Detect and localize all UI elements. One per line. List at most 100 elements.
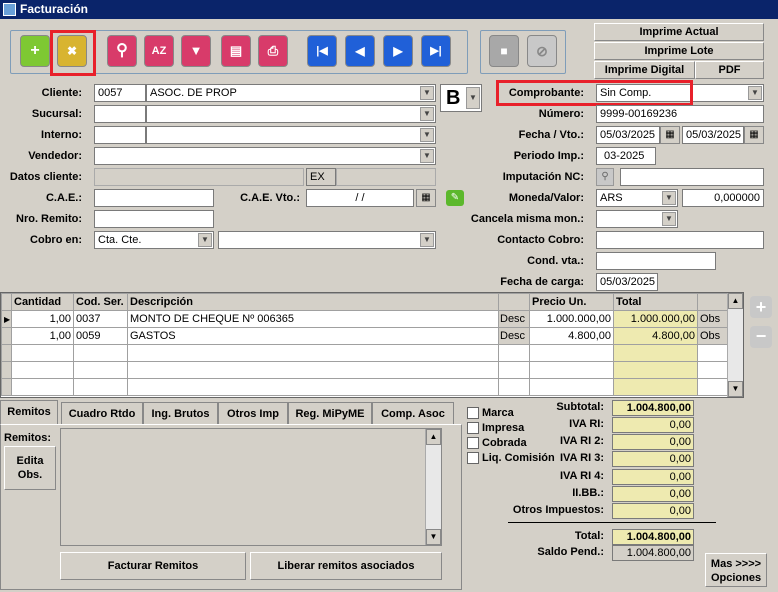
pdf-button[interactable]: PDF [695, 61, 764, 79]
calendar-icon[interactable]: ▦ [416, 189, 436, 207]
chevron-down-icon[interactable]: ▼ [420, 233, 434, 247]
interno-code-input[interactable] [94, 126, 146, 144]
marca-checkbox[interactable] [467, 407, 479, 419]
window-titlebar: Facturación [0, 0, 778, 19]
grid-header-cantidad[interactable]: Cantidad [11, 293, 74, 311]
interno-select[interactable]: ▼ [146, 126, 436, 144]
grid-scrollbar[interactable]: ▲ ▼ [727, 293, 743, 397]
calendar-icon[interactable]: ▦ [744, 126, 764, 144]
contacto-cobro-input[interactable] [596, 231, 764, 249]
cell-cod[interactable]: 0059 [73, 327, 128, 345]
cae-vto-input[interactable]: / / [306, 189, 414, 207]
cond-vta-input[interactable] [596, 252, 716, 270]
tab-comp-asoc[interactable]: Comp. Asoc [372, 402, 454, 424]
search-icon[interactable]: ⚲ [107, 35, 137, 67]
scroll-up-icon[interactable]: ▲ [728, 293, 743, 309]
imputacion-nc-input[interactable] [620, 168, 764, 186]
chevron-down-icon[interactable]: ▼ [198, 233, 212, 247]
mas-opciones-button[interactable]: Mas >>>> Opciones [705, 553, 767, 587]
edita-obs-button[interactable]: Edita Obs. [4, 446, 56, 490]
previous-record-icon[interactable]: ◀ [345, 35, 375, 67]
facturar-remitos-button[interactable]: Facturar Remitos [60, 552, 246, 580]
cancela-select[interactable]: ▼ [596, 210, 678, 228]
obs-button[interactable]: Obs [697, 327, 728, 345]
obs-button[interactable]: Obs [697, 310, 728, 328]
disabled-save-icon[interactable]: ■ [489, 35, 519, 67]
grid-header-total[interactable]: Total [613, 293, 698, 311]
sucursal-select[interactable]: ▼ [146, 105, 436, 123]
scroll-up-icon[interactable]: ▲ [426, 429, 441, 445]
desc-button[interactable]: Desc [498, 310, 530, 328]
desc-button[interactable]: Desc [498, 327, 530, 345]
calendar-icon[interactable]: ▦ [660, 126, 680, 144]
cobrada-checkbox[interactable] [467, 437, 479, 449]
cell-cod[interactable]: 0037 [73, 310, 128, 328]
clipboard-icon[interactable]: ▤ [221, 35, 251, 67]
remitos-textarea[interactable]: ▲ ▼ [60, 428, 442, 546]
table-row[interactable] [1, 344, 728, 362]
table-row[interactable] [1, 361, 728, 379]
grid-header-cod[interactable]: Cod. Ser. [73, 293, 128, 311]
grid-header-descripcion[interactable]: Descripción [127, 293, 499, 311]
search-icon[interactable]: ⚲ [596, 168, 614, 186]
cell-precio[interactable]: 1.000.000,00 [529, 310, 614, 328]
table-row[interactable] [1, 378, 728, 396]
cell-cantidad[interactable]: 1,00 [11, 310, 74, 328]
fecha-input[interactable]: 05/03/2025 [596, 126, 660, 144]
cliente-code-input[interactable]: 0057 [94, 84, 146, 102]
first-record-icon[interactable]: |◀ [307, 35, 337, 67]
periodo-imp-input[interactable]: 03-2025 [596, 147, 656, 165]
cell-descripcion[interactable]: GASTOS [127, 327, 499, 345]
add-row-icon[interactable]: + [750, 296, 772, 318]
vendedor-select[interactable]: ▼ [94, 147, 436, 165]
imprime-actual-button[interactable]: Imprime Actual [594, 23, 764, 41]
table-row[interactable]: ▶ 1,00 0037 MONTO DE CHEQUE Nº 006365 De… [1, 310, 728, 328]
moneda-select[interactable]: ARS ▼ [596, 189, 678, 207]
cliente-name-select[interactable]: ASOC. DE PROP ▼ [146, 84, 436, 102]
chevron-down-icon[interactable]: ▼ [420, 107, 434, 121]
chevron-down-icon[interactable]: ▼ [420, 128, 434, 142]
tab-cuadro-rtdo[interactable]: Cuadro Rtdo [61, 402, 143, 424]
numero-input[interactable]: 9999-00169236 [596, 105, 764, 123]
grid-header-precio[interactable]: Precio Un. [529, 293, 614, 311]
nro-remito-input[interactable] [94, 210, 214, 228]
vto-input[interactable]: 05/03/2025 [682, 126, 744, 144]
cae-input[interactable] [94, 189, 214, 207]
imprime-lote-button[interactable]: Imprime Lote [594, 42, 764, 60]
impresa-checkbox[interactable] [467, 422, 479, 434]
fecha-carga-input[interactable]: 05/03/2025 [596, 273, 658, 291]
liberar-remitos-button[interactable]: Liberar remitos asociados [250, 552, 442, 580]
next-record-icon[interactable]: ▶ [383, 35, 413, 67]
chevron-down-icon[interactable]: ▼ [662, 212, 676, 226]
remitos-scrollbar[interactable]: ▲ ▼ [425, 429, 441, 545]
tab-reg-mipyme[interactable]: Reg. MiPyME [288, 402, 372, 424]
chevron-down-icon[interactable]: ▼ [662, 191, 676, 205]
chevron-down-icon[interactable]: ▼ [420, 149, 434, 163]
cobro-en-detail-select[interactable]: ▼ [218, 231, 436, 249]
sucursal-code-input[interactable] [94, 105, 146, 123]
print-icon[interactable]: ⎙ [258, 35, 288, 67]
tab-ing-brutos[interactable]: Ing. Brutos [143, 402, 218, 424]
cobro-en-select[interactable]: Cta. Cte. ▼ [94, 231, 214, 249]
tab-otros-imp[interactable]: Otros Imp [218, 402, 288, 424]
tab-remitos[interactable]: Remitos [0, 400, 58, 424]
cell-precio[interactable]: 4.800,00 [529, 327, 614, 345]
add-icon[interactable]: + [20, 35, 50, 67]
scroll-down-icon[interactable]: ▼ [426, 529, 441, 545]
imprime-digital-button[interactable]: Imprime Digital [594, 61, 695, 79]
sort-az-icon[interactable]: AZ [144, 35, 174, 67]
edit-pencil-icon[interactable]: ✎ [446, 190, 464, 206]
chevron-down-icon[interactable]: ▼ [748, 86, 762, 100]
filter-icon[interactable]: ▼ [181, 35, 211, 67]
table-row[interactable]: 1,00 0059 GASTOS Desc 4.800,00 4.800,00 … [1, 327, 728, 345]
chevron-down-icon[interactable]: ▼ [420, 86, 434, 100]
disabled-cancel-icon[interactable]: ⊘ [527, 35, 557, 67]
remove-row-icon[interactable]: − [750, 326, 772, 348]
items-grid[interactable]: Cantidad Cod. Ser. Descripción Precio Un… [0, 292, 744, 398]
scroll-down-icon[interactable]: ▼ [728, 381, 743, 397]
liq-comision-checkbox[interactable] [467, 452, 479, 464]
valor-input[interactable]: 0,000000 [682, 189, 764, 207]
last-record-icon[interactable]: ▶| [421, 35, 451, 67]
cell-cantidad[interactable]: 1,00 [11, 327, 74, 345]
cell-descripcion[interactable]: MONTO DE CHEQUE Nº 006365 [127, 310, 499, 328]
